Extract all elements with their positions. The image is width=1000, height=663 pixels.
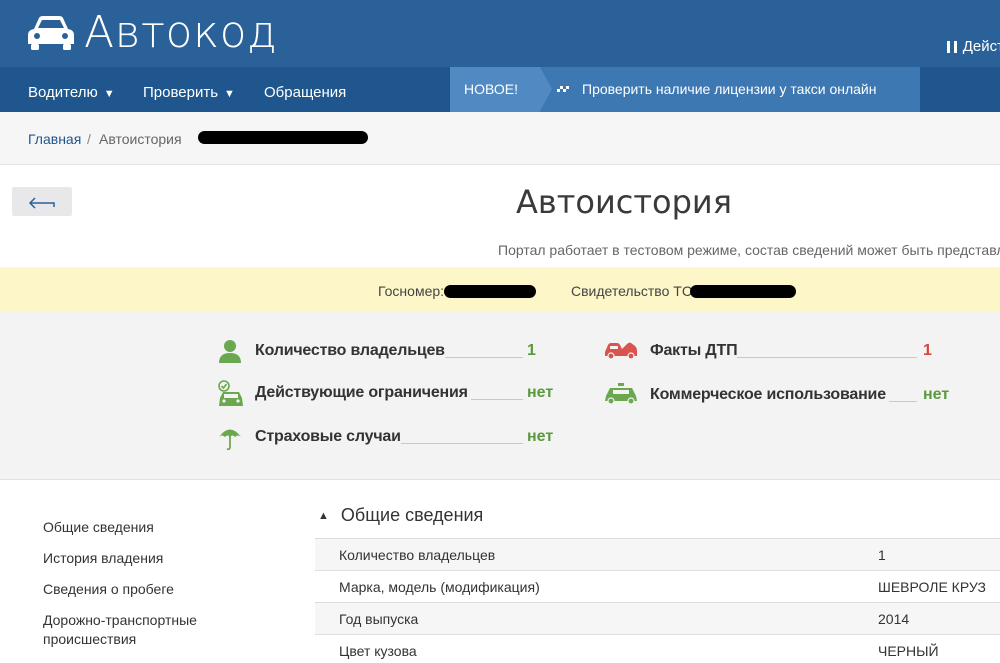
page-title: Автоистория <box>516 183 732 221</box>
table-row: Цвет кузова ЧЕРНЫЙ <box>315 634 1000 663</box>
row-key: Цвет кузова <box>339 643 417 659</box>
caret-down-icon: ▼ <box>103 88 115 100</box>
summary-label: Коммерческое использование <box>650 386 886 403</box>
dotted-leader <box>889 401 917 402</box>
breadcrumb-separator: / <box>87 131 91 147</box>
table-row: Марка, модель (модификация) ШЕВРОЛЕ КРУЗ <box>315 570 1000 602</box>
redaction-mark <box>690 285 796 298</box>
summary-owners[interactable]: Количество владельцев 1 <box>217 338 557 364</box>
nav-item-label: Проверить <box>143 84 219 101</box>
pause-icon <box>946 40 957 53</box>
main-nav: Водителю ▼ Проверить ▼ Обращения НОВОЕ! Пр… <box>0 67 1000 112</box>
breadcrumb-current: Автоистория <box>99 131 182 147</box>
caret-down-icon: ▼ <box>224 88 235 100</box>
breadcrumb: Главная / Автоистория <box>0 112 1000 165</box>
back-button[interactable] <box>12 187 72 216</box>
summary-label: Количество владельцев <box>255 342 445 359</box>
table-row: Количество владельцев 1 <box>315 538 1000 570</box>
row-value: 2014 <box>878 611 910 627</box>
news-banner[interactable]: НОВОЕ! Проверить наличие лицензии у такс… <box>450 67 920 112</box>
summary-accidents[interactable]: Факты ДТП 1 <box>603 338 943 364</box>
summary-value: нет <box>923 386 950 403</box>
sidebar-item-mileage[interactable]: Сведения о пробеге <box>43 580 283 599</box>
summary-value: нет <box>527 384 554 401</box>
summary-value: 1 <box>527 342 536 359</box>
row-key: Год выпуска <box>339 611 419 627</box>
sidebar-item-ownership-history[interactable]: История владения <box>43 549 283 568</box>
owner-icon <box>219 340 241 363</box>
section-title: Общие сведения <box>340 505 484 525</box>
section-header-general[interactable]: ▲ Общие сведения <box>318 505 483 526</box>
table-row: Год выпуска 2014 <box>315 602 1000 634</box>
svid-label: Свидетельство ТС: <box>571 283 696 299</box>
page-subtitle: Портал работает в тестовом режиме, соста… <box>498 242 1000 258</box>
top-right-link[interactable]: Дейст <box>946 38 1000 55</box>
summary-restrictions[interactable]: Действующие ограничения нет <box>217 380 557 406</box>
row-key: Количество владельцев <box>339 547 496 563</box>
summary-panel: Количество владельцев 1 Действующие огра… <box>0 312 1000 480</box>
dotted-leader <box>471 399 523 400</box>
news-link[interactable]: Проверить наличие лицензии у такси онлай… <box>582 67 876 112</box>
row-key: Марка, модель (модификация) <box>339 579 540 595</box>
news-tag: НОВОЕ! <box>450 67 552 112</box>
taxi-icon <box>605 383 637 404</box>
summary-insurance[interactable]: Страховые случаи нет <box>217 424 557 451</box>
summary-value: 1 <box>923 342 932 359</box>
umbrella-icon <box>219 429 241 451</box>
summary-label: Факты ДТП <box>650 342 738 359</box>
summary-value: нет <box>527 428 554 445</box>
site-logo[interactable]: Автокод <box>26 8 277 58</box>
dotted-leader <box>401 443 523 444</box>
sidebar-item-accidents[interactable]: Дорожно-транспортные происшествия <box>43 611 283 649</box>
collapse-triangle-icon: ▲ <box>318 509 329 522</box>
nav-item-label: Обращения <box>264 84 347 101</box>
header-bar: Автокод Дейст <box>0 0 1000 67</box>
dotted-leader <box>445 357 523 358</box>
back-arrow-icon <box>28 197 55 209</box>
summary-label: Действующие ограничения <box>255 384 468 401</box>
nav-item-label: Водителю <box>28 84 98 101</box>
restriction-car-icon <box>218 380 243 406</box>
redaction-mark <box>444 285 536 298</box>
row-value: ШЕВРОЛЕ КРУЗ <box>878 579 986 595</box>
general-info-table: Количество владельцев 1 Марка, модель (м… <box>315 538 1000 663</box>
nav-item-appeals[interactable]: Обращения <box>264 67 346 112</box>
section-sidebar: Общие сведения История владения Сведения… <box>43 518 283 663</box>
sidebar-item-general[interactable]: Общие сведения <box>43 518 283 537</box>
car-logo-icon <box>28 16 74 50</box>
row-value: ЧЕРНЫЙ <box>878 643 939 659</box>
redaction-mark <box>198 131 368 144</box>
gosnomer-label: Госномер: <box>378 283 445 299</box>
nav-item-check[interactable]: Проверить ▼ <box>143 67 235 112</box>
row-value: 1 <box>878 547 886 563</box>
summary-label: Страховые случаи <box>255 428 401 445</box>
plate-info-bar: Госномер: Свидетельство ТС: <box>0 267 1000 312</box>
nav-item-driver[interactable]: Водителю ▼ <box>28 67 115 112</box>
crash-car-icon <box>605 342 637 360</box>
dotted-leader <box>737 357 917 358</box>
summary-commercial[interactable]: Коммерческое использование нет <box>603 382 963 408</box>
top-right-label: Дейст <box>962 38 1000 55</box>
breadcrumb-home-link[interactable]: Главная <box>28 131 81 147</box>
logo-text: Автокод <box>84 7 278 58</box>
taxi-checker-icon <box>557 86 569 92</box>
